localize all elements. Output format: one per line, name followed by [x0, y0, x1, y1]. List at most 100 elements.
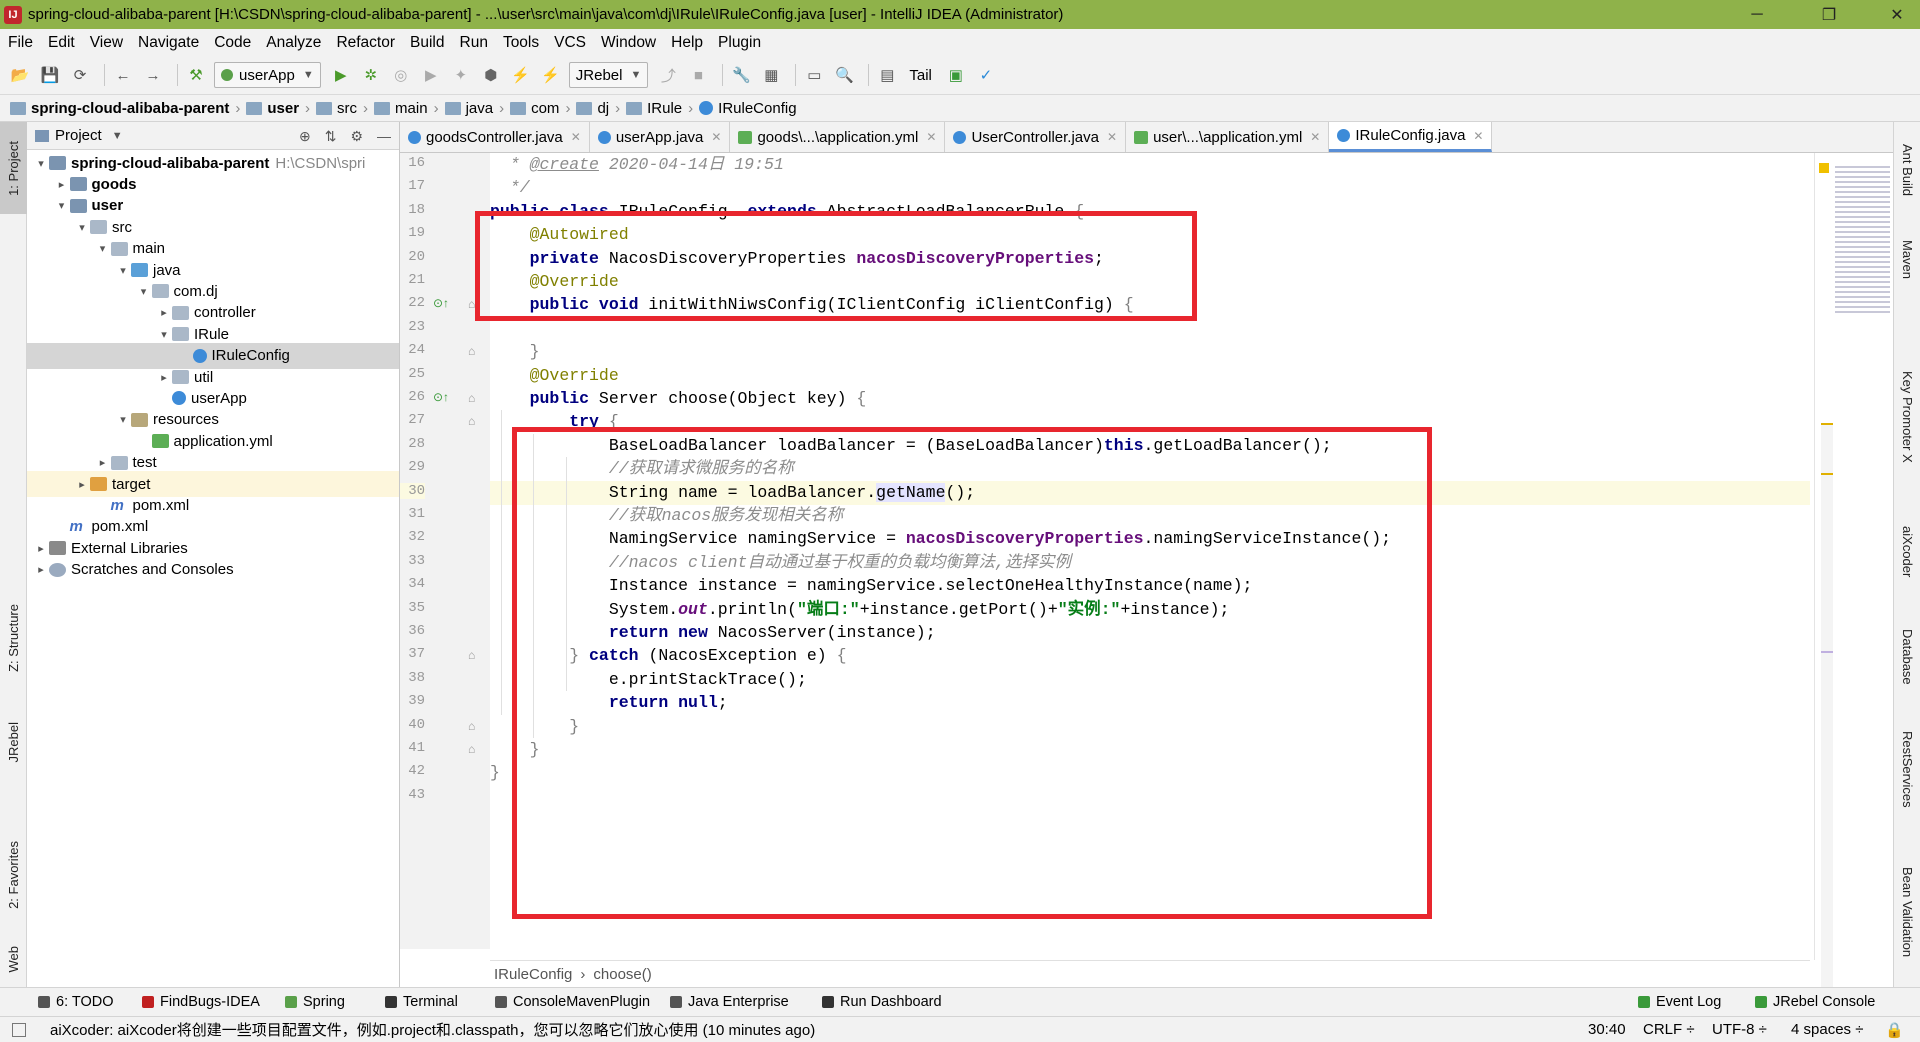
- line-number[interactable]: 41: [400, 740, 425, 756]
- search-icon[interactable]: 🔍: [832, 63, 856, 87]
- collapse-all-icon[interactable]: ⇅: [325, 128, 337, 145]
- run-icon[interactable]: ▶: [329, 63, 353, 87]
- line-number[interactable]: 26: [400, 389, 425, 405]
- expand-arrow-icon[interactable]: ▾: [95, 242, 111, 255]
- statistic-icon[interactable]: ▣: [944, 63, 968, 87]
- build-hammer-icon[interactable]: ⚒: [184, 63, 208, 87]
- expand-arrow-icon[interactable]: ▸: [54, 178, 70, 191]
- indent-setting[interactable]: 4 spaces ÷: [1791, 1021, 1863, 1038]
- menu-tools[interactable]: Tools: [503, 34, 539, 52]
- expand-arrow-icon[interactable]: ▸: [33, 563, 49, 576]
- fold-icon[interactable]: ⌂: [468, 719, 475, 733]
- menu-code[interactable]: Code: [214, 34, 251, 52]
- editor-tab[interactable]: UserController.java ✕: [945, 122, 1127, 152]
- minimize-button[interactable]: ─: [1734, 0, 1780, 29]
- fold-icon[interactable]: ⌂: [468, 742, 475, 756]
- tool-tab-key-promoter[interactable]: Key Promoter X: [1894, 332, 1920, 502]
- nav-crumb[interactable]: dj ›: [576, 100, 620, 117]
- menu-analyze[interactable]: Analyze: [266, 34, 321, 52]
- sync-icon[interactable]: ⟳: [68, 63, 92, 87]
- jrebel-debug-icon[interactable]: ⚡: [539, 63, 563, 87]
- stop-run-icon[interactable]: ⤴: [656, 63, 680, 87]
- tail-button[interactable]: Tail: [909, 67, 932, 84]
- close-tab-icon[interactable]: ✕: [571, 130, 581, 144]
- line-separator[interactable]: CRLF ÷: [1643, 1021, 1695, 1038]
- fold-icon[interactable]: ⌂: [468, 391, 475, 405]
- status-toggle-icon[interactable]: [12, 1022, 26, 1037]
- file-encoding[interactable]: UTF-8 ÷: [1712, 1021, 1767, 1038]
- fold-icon[interactable]: ⌂: [468, 648, 475, 662]
- nav-crumb[interactable]: spring-cloud-alibaba-parent ›: [10, 100, 240, 117]
- nav-crumb[interactable]: IRule ›: [626, 100, 693, 117]
- locate-icon[interactable]: ⊕: [299, 128, 311, 145]
- expand-arrow-icon[interactable]: ▾: [54, 199, 70, 212]
- line-number[interactable]: 16: [400, 155, 425, 171]
- menu-plugin[interactable]: Plugin: [718, 34, 761, 52]
- override-icon[interactable]: ⊙↑: [433, 296, 449, 310]
- expand-arrow-icon[interactable]: ▸: [156, 306, 172, 319]
- save-icon[interactable]: 💾: [38, 63, 62, 87]
- line-number[interactable]: 17: [400, 178, 425, 194]
- bottom-tool-spring[interactable]: Spring: [285, 994, 345, 1010]
- line-number[interactable]: 22: [400, 295, 425, 311]
- jrebel-run-icon[interactable]: ⚡: [509, 63, 533, 87]
- attach-icon[interactable]: ✦: [449, 63, 473, 87]
- stop-icon[interactable]: ■: [686, 63, 710, 87]
- expand-arrow-icon[interactable]: ▾: [115, 264, 131, 277]
- debug-icon[interactable]: ✲: [359, 63, 383, 87]
- project-panel-header[interactable]: Project ▼ ⊕ ⇅ ⚙ —: [27, 122, 399, 150]
- caret-position[interactable]: 30:40: [1588, 1021, 1626, 1038]
- expand-arrow-icon[interactable]: ▸: [74, 478, 90, 491]
- nav-crumb[interactable]: main ›: [374, 100, 439, 117]
- bottom-tool-consolemavenplugin[interactable]: ConsoleMavenPlugin: [495, 994, 650, 1010]
- menu-build[interactable]: Build: [410, 34, 444, 52]
- nav-crumb[interactable]: user ›: [246, 100, 310, 117]
- line-number[interactable]: 23: [400, 319, 425, 335]
- fold-icon[interactable]: ⌂: [468, 344, 475, 358]
- line-number[interactable]: 30: [400, 482, 425, 499]
- scrollbar-track[interactable]: [1821, 423, 1833, 1023]
- tool-tab-database[interactable]: Database: [1894, 612, 1920, 702]
- line-number[interactable]: 25: [400, 366, 425, 382]
- line-number[interactable]: 29: [400, 459, 425, 475]
- profile-icon[interactable]: ▶: [419, 63, 443, 87]
- tool-tab-ant-build[interactable]: Ant Build: [1894, 130, 1920, 210]
- line-number[interactable]: 18: [400, 202, 425, 218]
- bottom-tool-findbugs-idea[interactable]: FindBugs-IDEA: [142, 994, 260, 1010]
- run-config-dropdown[interactable]: userApp ▼: [214, 62, 321, 88]
- gear-icon[interactable]: ⚙: [350, 128, 363, 145]
- line-number[interactable]: 19: [400, 225, 425, 241]
- code-line[interactable]: public Server choose(Object key) {: [490, 387, 1810, 411]
- minimap[interactable]: [1835, 163, 1890, 313]
- line-number[interactable]: 27: [400, 412, 425, 428]
- tool-tab-jrebel[interactable]: JRebel: [0, 707, 27, 777]
- bottom-tool-java-enterprise[interactable]: Java Enterprise: [670, 994, 789, 1010]
- menu-edit[interactable]: Edit: [48, 34, 75, 52]
- menu-run[interactable]: Run: [460, 34, 488, 52]
- coverage-icon[interactable]: ◎: [389, 63, 413, 87]
- update-icon[interactable]: ⬢: [479, 63, 503, 87]
- line-number[interactable]: 43: [400, 787, 425, 803]
- menu-refactor[interactable]: Refactor: [336, 34, 395, 52]
- close-tab-icon[interactable]: ✕: [711, 130, 721, 144]
- jrebel-dropdown[interactable]: JRebel ▼: [568, 62, 649, 88]
- expand-arrow-icon[interactable]: ▾: [74, 221, 90, 234]
- close-tab-icon[interactable]: ✕: [926, 130, 936, 144]
- bottom-tool-terminal[interactable]: Terminal: [385, 994, 458, 1010]
- hide-icon[interactable]: —: [377, 128, 391, 145]
- expand-arrow-icon[interactable]: ▾: [156, 328, 172, 341]
- menu-view[interactable]: View: [90, 34, 123, 52]
- close-button[interactable]: ✕: [1874, 0, 1920, 29]
- tree-item[interactable]: ▸ Scratches and Consoles: [27, 557, 399, 583]
- line-number[interactable]: 38: [400, 670, 425, 686]
- tool-tab-favorites[interactable]: 2: Favorites: [0, 822, 27, 927]
- open-folder-icon[interactable]: 📂: [8, 63, 32, 87]
- tool-tab-project[interactable]: 1: Project: [0, 122, 27, 214]
- back-icon[interactable]: ←: [111, 63, 135, 87]
- tool-tab-maven[interactable]: Maven: [1894, 222, 1920, 297]
- tool-tab-aixcoder[interactable]: aiXcoder: [1894, 507, 1920, 597]
- tool-tab-structure[interactable]: Z: Structure: [0, 582, 27, 694]
- error-stripe[interactable]: [1814, 153, 1893, 1023]
- override-icon[interactable]: ⊙↑: [433, 390, 449, 404]
- code-line[interactable]: * @create 2020-04-14日 19:51: [490, 153, 1810, 177]
